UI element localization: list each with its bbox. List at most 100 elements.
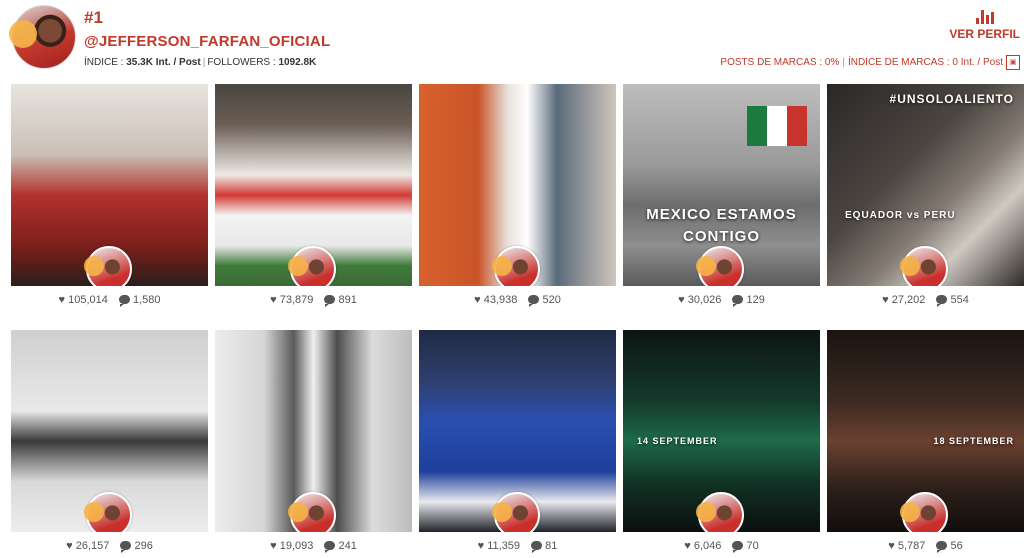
likes-count: 26,157	[75, 540, 110, 552]
comments-count: 554	[950, 294, 969, 306]
post-image[interactable]	[419, 330, 616, 532]
likes-count: 105,014	[68, 294, 108, 306]
heart-icon: ♥	[678, 294, 685, 306]
post-metrics: ♥ 26,157 296	[11, 540, 208, 553]
comments-count: 129	[746, 294, 765, 306]
post-overlay-text: MEXICO ESTAMOS CONTIGO	[646, 206, 797, 245]
comment-bubble-icon	[936, 541, 948, 553]
post-card[interactable]: 14 SEPTEMBER ♥ 6,046 70	[623, 330, 820, 553]
comments-count: 520	[542, 294, 561, 306]
comments-count: 70	[746, 540, 759, 552]
index-value: 35.3K Int. / Post	[126, 57, 201, 68]
mini-avatar	[492, 492, 540, 532]
comments-count: 891	[338, 294, 357, 306]
post-card[interactable]: ♥ 43,938 520	[419, 84, 616, 307]
profile-avatar[interactable]	[9, 5, 76, 69]
post-metrics: ♥ 43,938 520	[419, 294, 616, 307]
post-image[interactable]	[215, 330, 412, 532]
post-image[interactable]: 14 SEPTEMBER	[623, 330, 820, 532]
mini-avatar	[696, 246, 744, 286]
post-card[interactable]: #UNSOLOALIENTO EQUADOR vs PERU ♥ 27,202 …	[827, 84, 1024, 307]
post-image[interactable]: MEXICO ESTAMOS CONTIGO	[623, 84, 820, 286]
comments-count: 1,580	[132, 294, 161, 306]
comments-count: 81	[545, 540, 558, 552]
profile-stats: ÍNDICE : 35.3K Int. / Post | FOLLOWERS : 1…	[84, 57, 317, 68]
comments-count: 296	[134, 540, 153, 552]
comment-bubble-icon	[324, 295, 336, 307]
likes-count: 5,787	[897, 540, 926, 552]
post-card[interactable]: 18 SEPTEMBER ♥ 5,787 56	[827, 330, 1024, 553]
post-metrics: ♥ 5,787 56	[827, 540, 1024, 553]
followers-label: FOLLOWERS :	[207, 57, 279, 68]
brand-stats: POSTS DE MARCAS : 0% | ÍNDICE DE MARCAS …	[720, 55, 1020, 70]
post-image[interactable]	[419, 84, 616, 286]
likes-count: 6,046	[693, 540, 722, 552]
bar-chart-icon	[949, 8, 1020, 24]
post-card[interactable]: ♥ 19,093 241	[215, 330, 412, 553]
heart-icon: ♥	[270, 294, 277, 306]
post-overlay-text: 18 SEPTEMBER	[933, 436, 1014, 446]
brand-posts: POSTS DE MARCAS : 0%	[720, 57, 840, 68]
mini-avatar	[696, 492, 744, 532]
brand-index: ÍNDICE DE MARCAS : 0 Int. / Post	[847, 57, 1003, 68]
heart-icon: ♥	[474, 294, 481, 306]
post-metrics: ♥ 73,879 891	[215, 294, 412, 307]
pdf-icon[interactable]: ▣	[1006, 55, 1020, 70]
post-metrics: ♥ 11,359 81	[419, 540, 616, 553]
comment-bubble-icon	[528, 295, 540, 307]
heart-icon: ♥	[888, 540, 895, 552]
post-card[interactable]: ♥ 11,359 81	[419, 330, 616, 553]
comment-bubble-icon	[118, 295, 130, 307]
rank-label: #1	[84, 8, 103, 27]
ver-perfil-label: VER PERFIL	[949, 27, 1020, 41]
likes-count: 43,938	[483, 294, 518, 306]
post-card[interactable]: ♥ 105,014 1,580	[11, 84, 208, 307]
comment-bubble-icon	[732, 541, 744, 553]
mini-avatar	[900, 492, 948, 532]
post-metrics: ♥ 19,093 241	[215, 540, 412, 553]
profile-header: #1 @JEFFERSON_FARFAN_OFICIAL ÍNDICE : 35…	[0, 0, 1024, 80]
heart-icon: ♥	[66, 540, 73, 552]
post-metrics: ♥ 105,014 1,580	[11, 294, 208, 307]
ver-perfil-button[interactable]: VER PERFIL	[949, 8, 1020, 41]
post-image[interactable]	[11, 330, 208, 532]
post-overlay-subtext: EQUADOR vs PERU	[845, 210, 956, 221]
likes-count: 30,026	[687, 294, 722, 306]
post-image[interactable]: 18 SEPTEMBER	[827, 330, 1024, 532]
comment-bubble-icon	[531, 541, 543, 553]
likes-count: 19,093	[279, 540, 314, 552]
likes-count: 27,202	[891, 294, 926, 306]
post-card[interactable]: MEXICO ESTAMOS CONTIGO ♥ 30,026 129	[623, 84, 820, 307]
likes-count: 73,879	[279, 294, 314, 306]
heart-icon: ♥	[477, 540, 485, 552]
comment-bubble-icon	[120, 541, 132, 553]
likes-count: 11,359	[487, 540, 521, 552]
mini-avatar	[288, 492, 336, 532]
post-image[interactable]	[11, 84, 208, 286]
comment-bubble-icon	[732, 295, 744, 307]
mini-avatar	[288, 246, 336, 286]
heart-icon: ♥	[270, 540, 277, 552]
profile-handle[interactable]: @JEFFERSON_FARFAN_OFICIAL	[84, 33, 330, 50]
mini-avatar	[900, 246, 948, 286]
heart-icon: ♥	[684, 540, 691, 552]
mini-avatar	[84, 492, 132, 532]
post-metrics: ♥ 30,026 129	[623, 294, 820, 307]
followers-value: 1092.8K	[278, 57, 317, 68]
post-image[interactable]	[215, 84, 412, 286]
comment-bubble-icon	[324, 541, 336, 553]
post-card[interactable]: ♥ 26,157 296	[11, 330, 208, 553]
heart-icon: ♥	[882, 294, 889, 306]
post-image[interactable]: #UNSOLOALIENTO EQUADOR vs PERU	[827, 84, 1024, 286]
post-card[interactable]: ♥ 73,879 891	[215, 84, 412, 307]
mini-avatar	[84, 246, 132, 286]
mexico-flag	[747, 106, 807, 146]
mini-avatar	[492, 246, 540, 286]
post-metrics: ♥ 6,046 70	[623, 540, 820, 553]
index-label: ÍNDICE :	[84, 57, 127, 68]
post-overlay-text: #UNSOLOALIENTO	[889, 92, 1014, 106]
heart-icon: ♥	[58, 294, 66, 306]
comments-count: 56	[950, 540, 963, 552]
post-metrics: ♥ 27,202 554	[827, 294, 1024, 307]
comments-count: 241	[338, 540, 357, 552]
